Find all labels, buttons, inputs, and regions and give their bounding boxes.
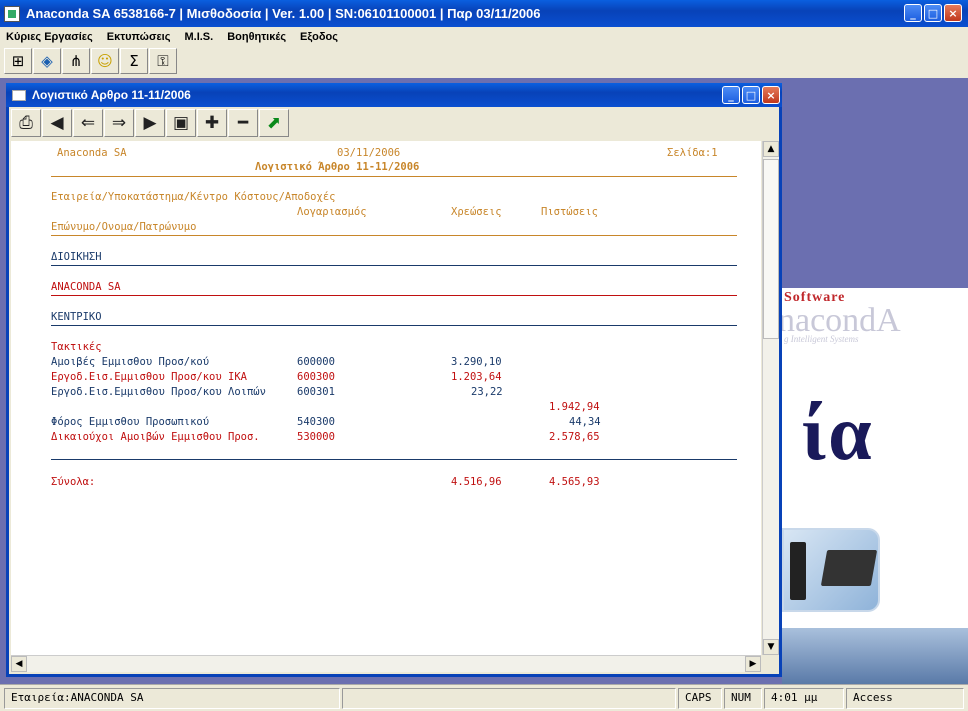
menu-prints[interactable]: Εκτυπώσεις <box>107 31 171 43</box>
smiley-icon[interactable]: ☺ <box>91 48 119 74</box>
report-window-title: Λογιστικό Αρθρο 11-11/2006 <box>32 88 191 102</box>
scroll-left-icon[interactable]: ◀ <box>11 656 27 672</box>
child-minimize-button[interactable]: _ <box>722 86 740 104</box>
divider <box>51 295 737 296</box>
main-title-bar: Anaconda SA 6538166-7 | Μισθοδοσία | Ver… <box>0 0 968 27</box>
minimize-button[interactable]: _ <box>904 4 922 22</box>
menu-mis[interactable]: M.I.S. <box>184 31 213 43</box>
report-title: Λογιστικό Άρθρο 11-11/2006 <box>255 161 420 173</box>
status-num: NUM <box>724 688 762 709</box>
group-company: ANACONDA SA <box>51 281 121 293</box>
row-debit: 3.290,10 <box>451 356 502 368</box>
status-time: 4:01 μμ <box>764 688 844 709</box>
window-doc-icon[interactable] <box>12 89 26 101</box>
exit-icon[interactable]: ⬈ <box>259 109 289 137</box>
next-page-icon[interactable]: ⇒ <box>104 109 134 137</box>
scroll-down-icon[interactable]: ▼ <box>763 639 779 655</box>
hierarchy-icon[interactable]: ⋔ <box>62 48 90 74</box>
report-window: Λογιστικό Αρθρο 11-11/2006 _ □ × ⎙ ◀ ⇐ ⇒… <box>6 83 782 677</box>
header-account: Λογαριασμός <box>297 206 367 218</box>
row-account: 600301 <box>297 386 335 398</box>
totals-debit: 4.516,96 <box>451 476 502 488</box>
header-credit: Πιστώσεις <box>541 206 598 218</box>
menu-main-tasks[interactable]: Κύριες Εργασίες <box>6 31 93 43</box>
splash-photo <box>782 528 880 612</box>
menu-exit[interactable]: Εξοδος <box>300 31 338 43</box>
report-toolbar: ⎙ ◀ ⇐ ⇒ ▶ ▣ ✚ ━ ⬈ <box>11 109 289 139</box>
group-administration: ΔΙΟΙΚΗΣΗ <box>51 251 102 263</box>
first-page-icon[interactable]: ◀ <box>42 109 72 137</box>
divider <box>51 459 737 460</box>
row-debit: 1.203,64 <box>451 371 502 383</box>
report-date: 03/11/2006 <box>337 147 401 159</box>
row-desc: Εργοδ.Εισ.Εμμισθου Προσ/κου ΙΚΑ <box>51 371 247 383</box>
group-branch: ΚΕΝΤΡΙΚΟ <box>51 311 102 323</box>
header-entity: Εταιρεία/Υποκατάστημα/Κέντρο Κόστους/Απο… <box>51 191 336 203</box>
status-database: Access <box>846 688 964 709</box>
row-credit: 2.578,65 <box>549 431 600 443</box>
zoom-in-icon[interactable]: ✚ <box>197 109 227 137</box>
divider <box>51 325 737 326</box>
key-icon[interactable]: ⚿ <box>149 48 177 74</box>
totals-credit: 4.565,93 <box>549 476 600 488</box>
row-desc: Αμοιβές Εμμισθου Προσ/κού <box>51 356 210 368</box>
row-account: 540300 <box>297 416 335 428</box>
divider <box>51 265 737 266</box>
row-account: 600000 <box>297 356 335 368</box>
splash-big-text: ία <box>802 389 874 476</box>
sigma-icon[interactable]: Σ <box>120 48 148 74</box>
print-icon[interactable]: ⎙ <box>11 109 41 137</box>
section-regular: Τακτικές <box>51 341 102 353</box>
header-person: Επώνυμο/Ονομα/Πατρώνυμο <box>51 221 197 233</box>
divider <box>51 235 737 236</box>
main-toolbar: ⊞ ◈ ⋔ ☺ Σ ⚿ <box>4 48 177 76</box>
row-desc: Φόρος Εμμισθου Προσωπικού <box>51 416 210 428</box>
zoom-out-icon[interactable]: ━ <box>228 109 258 137</box>
menu-bar: Κύριες Εργασίες Εκτυπώσεις M.I.S. Βοηθητ… <box>0 27 968 47</box>
last-page-icon[interactable]: ▶ <box>135 109 165 137</box>
scroll-right-icon[interactable]: ▶ <box>745 656 761 672</box>
status-empty <box>342 688 676 709</box>
splash-bottom-photo <box>782 628 968 684</box>
row-desc: Εργοδ.Εισ.Εμμισθου Προσ/κου Λοιπών <box>51 386 266 398</box>
row-credit: 44,34 <box>569 416 601 428</box>
splash-tagline: g Intelligent Systems <box>784 334 859 344</box>
child-maximize-button[interactable]: □ <box>742 86 760 104</box>
header-debit: Χρεώσεις <box>451 206 502 218</box>
maximize-button[interactable]: □ <box>924 4 942 22</box>
network-icon[interactable]: ◈ <box>33 48 61 74</box>
app-title: Anaconda SA 6538166-7 | Μισθοδοσία | Ver… <box>26 6 541 21</box>
vertical-scrollbar[interactable]: ▲ ▼ <box>762 141 779 655</box>
report-company: Anaconda SA <box>57 147 127 159</box>
vertical-scroll-thumb[interactable] <box>763 159 779 339</box>
report-window-title-bar: Λογιστικό Αρθρο 11-11/2006 _ □ × <box>6 83 782 107</box>
org-chart-icon[interactable]: ⊞ <box>4 48 32 74</box>
close-button[interactable]: × <box>944 4 962 22</box>
report-page-number: Σελίδα:1 <box>667 147 718 159</box>
row-credit: 1.942,94 <box>549 401 600 413</box>
horizontal-scrollbar[interactable]: ◀ ▶ <box>11 655 761 672</box>
divider <box>51 176 737 177</box>
status-caps: CAPS <box>678 688 722 709</box>
child-close-button[interactable]: × <box>762 86 780 104</box>
app-icon[interactable] <box>4 5 20 22</box>
status-company: Εταιρεία:ANACONDA SA <box>4 688 340 709</box>
totals-label: Σύνολα: <box>51 476 96 488</box>
status-bar: Εταιρεία:ANACONDA SA CAPS NUM 4:01 μμ Ac… <box>0 684 968 711</box>
row-account: 600300 <box>297 371 335 383</box>
row-debit: 23,22 <box>471 386 503 398</box>
scroll-up-icon[interactable]: ▲ <box>763 141 779 157</box>
prev-page-icon[interactable]: ⇐ <box>73 109 103 137</box>
report-preview: Anaconda SA 03/11/2006 Σελίδα:1 Λογιστικ… <box>11 141 761 655</box>
row-desc: Δικαιούχοι Αμοιβών Εμμισθου Προσ. <box>51 431 260 443</box>
splash-image: Software nacondA g Intelligent Systems ί… <box>782 288 968 684</box>
row-account: 530000 <box>297 431 335 443</box>
menu-utilities[interactable]: Βοηθητικές <box>227 31 286 43</box>
save-icon[interactable]: ▣ <box>166 109 196 137</box>
